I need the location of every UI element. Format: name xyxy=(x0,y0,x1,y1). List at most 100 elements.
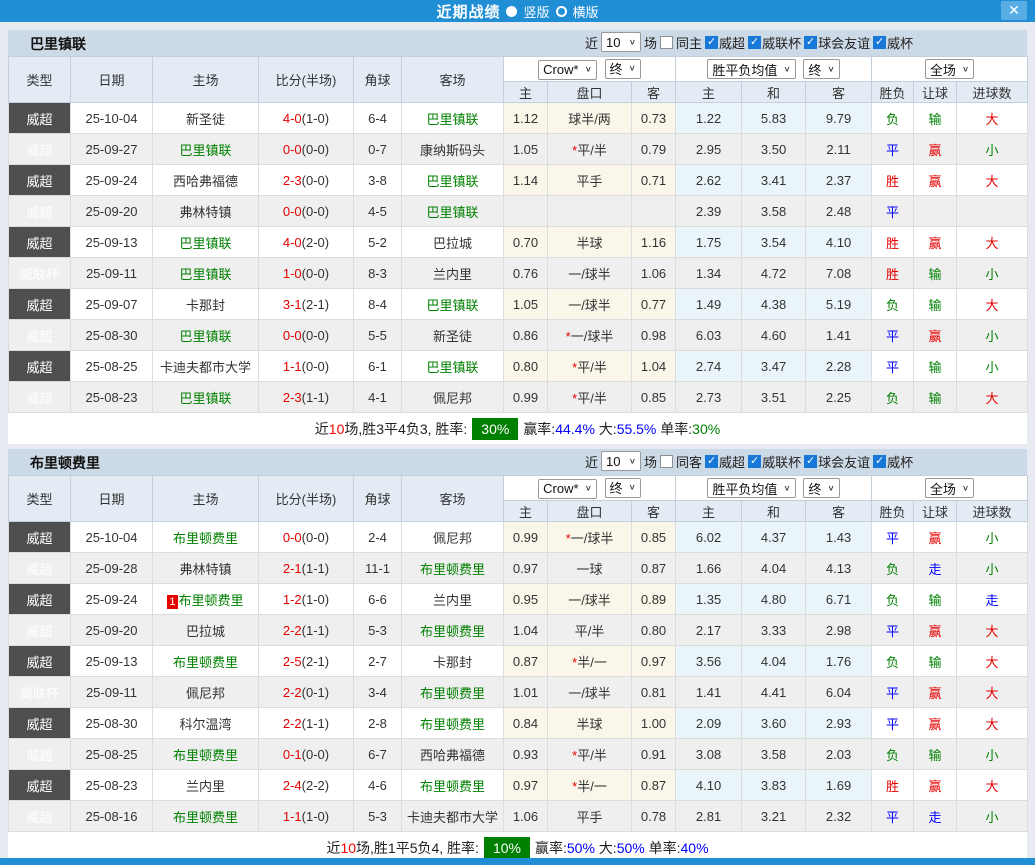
league-checkbox[interactable]: ✓ xyxy=(804,455,817,468)
asia-final-select[interactable]: 终 ∨ xyxy=(605,478,641,498)
cell-asia-handicap: 一/球半 xyxy=(548,289,632,320)
cell-away-team: 佩尼邦 xyxy=(402,382,504,413)
cell-asia-handicap: *平/半 xyxy=(548,351,632,382)
cell-corner: 8-3 xyxy=(354,258,402,289)
europe-odds-select[interactable]: 胜平负均值 ∨ xyxy=(707,59,795,79)
cell-eu-away-odds: 1.41 xyxy=(806,320,872,351)
asia-final-select[interactable]: 终 ∨ xyxy=(605,59,641,79)
col-res-wdl: 胜负 xyxy=(872,82,914,103)
cell-corner: 4-5 xyxy=(354,196,402,227)
match-row: 威超 25-08-25 布里顿费里 0-1(0-0) 6-7 西哈弗福德 0.9… xyxy=(9,739,1028,770)
chevron-down-icon: ∨ xyxy=(783,65,790,74)
summary-text: 赢率: xyxy=(535,838,567,858)
same-side-label: 同客 xyxy=(676,452,702,471)
cell-asia-home-odds: 0.95 xyxy=(504,584,548,615)
match-count-select[interactable]: 10 ∨ xyxy=(601,451,641,471)
away-team-name: 卡迪夫都市大学 xyxy=(407,810,498,825)
match-count-select[interactable]: 10 ∨ xyxy=(601,32,641,52)
col-corner: 角球 xyxy=(354,476,402,522)
cell-result-handicap: 输 xyxy=(914,739,957,770)
cell-result-handicap: 赢 xyxy=(914,677,957,708)
cell-date: 25-09-11 xyxy=(71,258,153,289)
cell-asia-away-odds: 0.81 xyxy=(632,677,676,708)
cell-home-team: 巴拉城 xyxy=(153,615,259,646)
full-time-score: 4-0 xyxy=(283,111,302,126)
cell-home-team: 科尔温湾 xyxy=(153,708,259,739)
cell-date: 25-08-23 xyxy=(71,382,153,413)
handicap-star: * xyxy=(572,655,577,670)
full-time-score: 2-2 xyxy=(283,685,302,700)
col-eu-draw: 和 xyxy=(742,82,806,103)
cell-asia-away-odds: 0.77 xyxy=(632,289,676,320)
same-side-checkbox[interactable] xyxy=(660,455,673,468)
cell-result-wdl: 负 xyxy=(872,646,914,677)
cell-type: 威超 xyxy=(9,708,71,739)
summary-text: 赢率: xyxy=(523,419,555,439)
match-row: 威超 25-09-20 弗林特镇 0-0(0-0) 4-5 巴里镇联 2.39 … xyxy=(9,196,1028,227)
cell-away-team: 布里顿费里 xyxy=(402,770,504,801)
cell-asia-away-odds: 0.89 xyxy=(632,584,676,615)
handicap-star: * xyxy=(572,391,577,406)
league-checkbox[interactable]: ✓ xyxy=(804,36,817,49)
cell-score: 4-0(2-0) xyxy=(259,227,354,258)
league-checkbox[interactable]: ✓ xyxy=(748,455,761,468)
league-checkbox[interactable]: ✓ xyxy=(705,455,718,468)
away-team-name: 布里顿费里 xyxy=(420,624,485,639)
half-time-score: (2-1) xyxy=(302,297,329,312)
cell-type: 威超 xyxy=(9,739,71,770)
europe-final-select[interactable]: 终 ∨ xyxy=(803,478,839,498)
home-team-name: 巴里镇联 xyxy=(179,143,231,158)
cell-home-team: 兰内里 xyxy=(153,770,259,801)
cell-date: 25-10-04 xyxy=(71,522,153,553)
cell-type: 威超 xyxy=(9,196,71,227)
cell-score: 3-1(2-1) xyxy=(259,289,354,320)
cell-eu-home-odds: 4.10 xyxy=(676,770,742,801)
half-time-score: (0-0) xyxy=(302,266,329,281)
handicap-star: * xyxy=(572,779,577,794)
asia-odds-select[interactable]: Crow* ∨ xyxy=(538,60,597,80)
cell-eu-away-odds: 1.76 xyxy=(806,646,872,677)
league-label: 威联杯 xyxy=(762,452,801,471)
radio-vertical-layout[interactable] xyxy=(506,6,517,17)
radio-horizontal-layout[interactable] xyxy=(556,6,567,17)
result-scope-select[interactable]: 全场 ∨ xyxy=(925,478,974,498)
cell-date: 25-09-27 xyxy=(71,134,153,165)
europe-odds-select[interactable]: 胜平负均值 ∨ xyxy=(707,478,795,498)
cell-score: 2-2(1-1) xyxy=(259,708,354,739)
summary-text: 50% xyxy=(567,840,595,856)
cell-asia-handicap: *平/半 xyxy=(548,739,632,770)
close-icon[interactable]: ✕ xyxy=(1001,1,1027,20)
cell-corner: 8-4 xyxy=(354,289,402,320)
cell-eu-away-odds: 7.08 xyxy=(806,258,872,289)
asia-odds-select[interactable]: Crow* ∨ xyxy=(538,479,597,499)
home-team-name: 卡那封 xyxy=(186,298,225,313)
league-checkbox[interactable]: ✓ xyxy=(748,36,761,49)
cell-away-team: 布里顿费里 xyxy=(402,708,504,739)
league-checkbox[interactable]: ✓ xyxy=(873,455,886,468)
league-checkbox[interactable]: ✓ xyxy=(705,36,718,49)
summary-text: 近 xyxy=(315,419,329,439)
win-rate-badge: 30% xyxy=(472,418,518,440)
result-scope-select[interactable]: 全场 ∨ xyxy=(925,59,974,79)
same-side-checkbox[interactable] xyxy=(660,36,673,49)
recent-results-dialog: 近期战绩 竖版 横版 ✕ 巴里镇联 近 10 ∨ 场 同主 ✓威超✓威联杯✓球会… xyxy=(0,0,1035,865)
match-row: 威超 25-10-04 新圣徒 4-0(1-0) 6-4 巴里镇联 1.12 球… xyxy=(9,103,1028,134)
cell-date: 25-09-11 xyxy=(71,677,153,708)
europe-final-select[interactable]: 终 ∨ xyxy=(803,59,839,79)
col-asia-handicap: 盘口 xyxy=(548,82,632,103)
cell-eu-home-odds: 1.66 xyxy=(676,553,742,584)
matches-table-wrap: 类型 日期 主场 比分(半场) 角球 客场 Crow* ∨ 终 xyxy=(8,56,1027,413)
bottom-bar xyxy=(0,858,1035,865)
match-row: 威超 25-08-30 巴里镇联 0-0(0-0) 5-5 新圣徒 0.86 *… xyxy=(9,320,1028,351)
cell-score: 2-4(2-2) xyxy=(259,770,354,801)
cell-eu-draw-odds: 4.38 xyxy=(742,289,806,320)
cell-asia-away-odds: 1.16 xyxy=(632,227,676,258)
cell-eu-draw-odds: 4.37 xyxy=(742,522,806,553)
league-checkbox[interactable]: ✓ xyxy=(873,36,886,49)
home-team-name: 布里顿费里 xyxy=(173,810,238,825)
cell-corner: 5-5 xyxy=(354,320,402,351)
asia-odds-header: Crow* ∨ 终 ∨ xyxy=(504,476,676,501)
cell-eu-home-odds: 2.81 xyxy=(676,801,742,832)
full-time-score: 0-1 xyxy=(283,747,302,762)
summary-text: 大: xyxy=(595,419,617,439)
